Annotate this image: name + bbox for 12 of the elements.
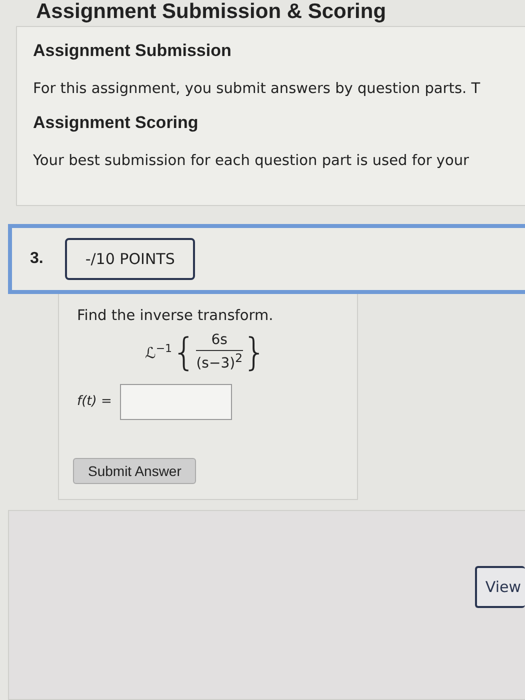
question-number: 3. [30,250,44,268]
answer-field[interactable] [120,384,232,420]
view-button[interactable]: View [475,566,525,608]
submit-button[interactable]: Submit Answer [73,458,196,484]
page-title: Assignment Submission & Scoring [35,0,388,24]
section-text: Your best submission for each question part is used for your [33,153,470,169]
section-text: For this assignment, you submit answers by question parts. T [33,81,482,97]
question-prompt: Find the inverse transform. [77,308,274,324]
section-heading: Assignment Scoring [33,113,200,133]
answer-label: f(t) = [77,394,112,410]
section-heading: Assignment Submission [33,41,232,61]
points-badge: -/10 POINTS [65,238,195,280]
